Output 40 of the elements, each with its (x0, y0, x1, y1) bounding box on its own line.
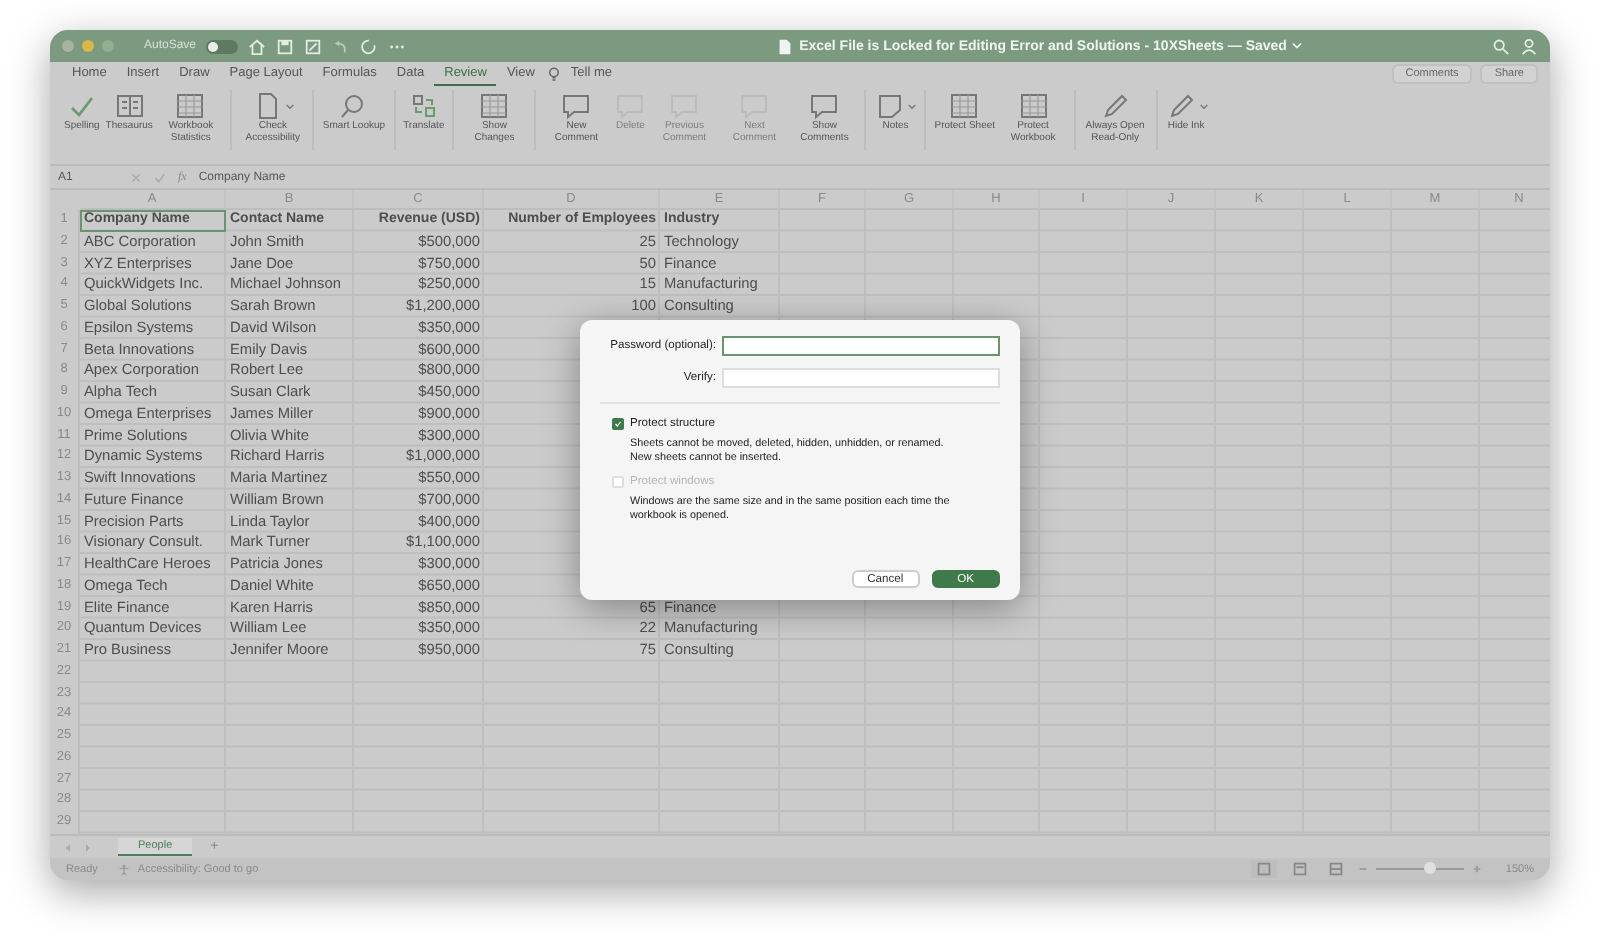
document-icon (775, 37, 794, 55)
person-icon[interactable] (1520, 37, 1538, 55)
accessibility-icon[interactable] (117, 863, 130, 875)
autosave-toggle[interactable] (206, 39, 239, 53)
edit-icon[interactable] (304, 37, 323, 55)
book-icon (113, 92, 146, 120)
speech-bubble-icon (808, 92, 841, 120)
previous-sheet-icon[interactable] (62, 841, 74, 853)
check-icon (65, 92, 98, 120)
checkbox[interactable] (612, 418, 624, 430)
chevron-icon[interactable] (1292, 42, 1303, 50)
undo-icon[interactable] (332, 37, 351, 55)
pencil-icon (1099, 92, 1132, 120)
lightbulb-icon (548, 66, 561, 82)
home-icon[interactable] (248, 37, 267, 55)
pencil-icon (1165, 92, 1198, 120)
close-button[interactable] (62, 40, 74, 52)
normal-view-icon[interactable] (1249, 860, 1278, 878)
verify-field[interactable] (722, 368, 1000, 388)
check-icon[interactable] (154, 171, 166, 183)
save-icon[interactable] (276, 37, 295, 55)
minimize-button[interactable] (82, 40, 94, 52)
redo-icon[interactable] (360, 37, 379, 55)
arrows-icon (407, 92, 440, 120)
table-icon (1017, 92, 1050, 120)
zoom-out-icon[interactable] (1357, 864, 1368, 874)
slider-thumb[interactable] (1424, 862, 1437, 874)
caret-icon (285, 103, 294, 109)
cancel-icon[interactable] (130, 171, 142, 183)
note-icon (874, 92, 907, 120)
speech-bubble-icon (560, 92, 593, 120)
table-icon (948, 92, 981, 120)
zoom-in-icon[interactable] (1471, 864, 1482, 874)
next-sheet-icon[interactable] (82, 841, 94, 853)
caret-icon (1199, 103, 1208, 109)
password-field[interactable] (722, 336, 1000, 356)
table-icon (478, 92, 511, 120)
search-icon[interactable] (1492, 37, 1510, 55)
table-icon (174, 92, 207, 120)
caret-icon (908, 103, 917, 109)
